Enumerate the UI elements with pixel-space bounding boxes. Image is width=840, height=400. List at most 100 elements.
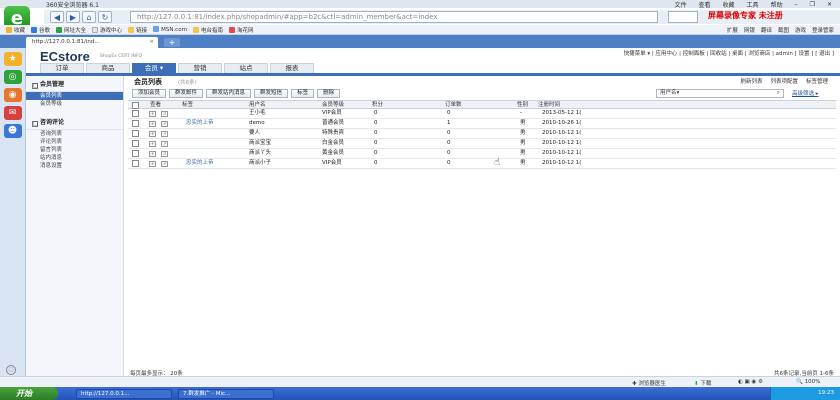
tag-manage-link[interactable]: 标签管理 <box>806 77 828 85</box>
new-tab-button[interactable]: + <box>164 38 180 47</box>
expand-icon[interactable]: + <box>149 131 156 137</box>
ext-login-manager[interactable]: 登录管家 <box>812 26 834 34</box>
favorites-star-icon[interactable]: ★ <box>3 52 22 66</box>
expand-icon[interactable]: + <box>149 151 156 157</box>
app-icon[interactable]: ◎ <box>3 70 22 84</box>
sidebar-item-member-list[interactable]: 会员列表 <box>26 92 123 100</box>
ext-games[interactable]: 游戏 <box>795 26 806 34</box>
bookmark-radio[interactable]: 电台指南 <box>192 26 223 34</box>
refresh-icon[interactable]: ↻ <box>98 11 112 23</box>
minimize-icon[interactable]: – <box>795 1 798 8</box>
status-icons[interactable]: ◐ ▣ ◉ ⚙ <box>738 379 763 385</box>
browser-search-input[interactable] <box>668 11 698 23</box>
sidebar-item-site-messages[interactable]: 站内消息 <box>26 154 123 162</box>
bookmark-hao[interactable]: 网址大全 <box>56 26 86 34</box>
table-row[interactable]: + ↗ 王小毛 VIP会员 0 0 - 2013-05-12 1( <box>128 109 836 119</box>
nav-orders[interactable]: 订单 <box>40 63 84 73</box>
close-icon[interactable]: ✕ <box>827 1 832 8</box>
add-member-button[interactable]: 添加会员 <box>132 88 167 98</box>
menu-help[interactable]: 帮助 <box>771 0 783 9</box>
table-row[interactable]: + ↗ 忠实的上帝 demo 普通会员 0 1 男 2010-10-26 1( <box>128 119 836 129</box>
bookmark-taohua[interactable]: 淘花网 <box>228 26 253 34</box>
weibo-icon[interactable]: ◉ <box>3 88 22 102</box>
open-window-icon[interactable]: ↗ <box>161 131 168 137</box>
bookmark-favorites[interactable]: 收藏 <box>6 26 25 34</box>
notify-icon[interactable]: ✉ <box>3 106 22 120</box>
table-row[interactable]: + ↗ 要人 特殊贵宾 0 0 男 2010-10-12 1( <box>128 129 836 139</box>
back-icon[interactable]: ◀ <box>50 11 64 23</box>
col-orders[interactable]: 订单数 <box>445 101 462 109</box>
search-field-select[interactable]: 用户名▾ <box>660 90 679 96</box>
zoom-level[interactable]: 🔍 100% <box>796 379 820 385</box>
sidebar-item-message-list[interactable]: 留言列表 <box>26 146 123 154</box>
search-icon[interactable]: ⌕ <box>777 90 780 97</box>
home-icon[interactable]: ⌂ <box>82 11 96 23</box>
open-window-icon[interactable]: ↗ <box>161 111 168 117</box>
tab-close-icon[interactable]: × <box>149 37 154 48</box>
browser-tab[interactable]: http://127.0.0.1:81/ind... × <box>26 37 158 48</box>
table-row[interactable]: + ↗ 商派宝宝 白金会员 0 0 男 2010-10-12 1( <box>128 139 836 149</box>
sidebar-item-member-level[interactable]: 会员等级 <box>26 100 123 108</box>
start-button[interactable]: 开始 <box>0 387 58 400</box>
advanced-filter-link[interactable]: 高级筛选 ▸ <box>792 89 819 97</box>
collapse-icon[interactable]: □ <box>32 121 38 127</box>
refresh-list-link[interactable]: 刷新列表 <box>740 77 762 85</box>
collapse-icon[interactable]: □ <box>32 83 38 89</box>
bookmark-msn[interactable]: MSN.com <box>153 26 187 33</box>
forward-icon[interactable]: ▶ <box>66 11 80 23</box>
nav-members[interactable]: 会员 ▾ <box>132 63 176 73</box>
ext-bank[interactable]: 网银 <box>744 26 755 34</box>
search-input[interactable]: 用户名▾ ⌕ <box>656 89 784 98</box>
col-points[interactable]: 积分 <box>372 101 383 109</box>
nav-marketing[interactable]: 营销 <box>178 63 222 73</box>
people-icon[interactable]: ☻ <box>3 124 22 138</box>
row-checkbox[interactable] <box>132 150 139 157</box>
ext-screenshot[interactable]: 截图 <box>778 26 789 34</box>
ext-translate[interactable]: 翻译 <box>761 26 772 34</box>
section-consult-reviews[interactable]: □ 咨询评论 <box>26 114 123 130</box>
task-browser[interactable]: http://127.0.0.1... <box>76 389 172 399</box>
tag-button[interactable]: 标签 <box>291 88 315 98</box>
open-window-icon[interactable]: ↗ <box>161 151 168 157</box>
expand-icon[interactable]: + <box>149 111 156 117</box>
table-row[interactable]: + ↗ 忠实的上帝 商派小子 VIP会员 0 0 男 2010-10-12 1( <box>128 159 836 169</box>
address-bar[interactable]: http://127.0.0.1:81/index.php/shopadmin/… <box>130 11 658 23</box>
sidebar-item-message-settings[interactable]: 消息设置 <box>26 162 123 170</box>
nav-site[interactable]: 站点 <box>224 63 268 73</box>
row-checkbox[interactable] <box>132 140 139 147</box>
menu-file[interactable]: 文件 <box>675 0 687 9</box>
bookmark-games[interactable]: 游戏中心 <box>92 26 122 34</box>
sidebar-item-consult-list[interactable]: 咨询列表 <box>26 130 123 138</box>
col-tag[interactable]: 标签 <box>182 101 193 109</box>
ecstore-top-links[interactable]: 快捷菜单 ▾ | 应用中心 | 控制面板 | 回收站 | 桌面 | 浏览商店 |… <box>624 49 834 57</box>
bulk-message-button[interactable]: 群发站内消息 <box>206 88 252 98</box>
open-window-icon[interactable]: ↗ <box>161 161 168 167</box>
ext-extensions[interactable]: 扩展 <box>727 26 738 34</box>
restore-icon[interactable]: ❐ <box>810 1 815 8</box>
table-row[interactable]: + ↗ 商派丫头 黄金会员 0 0 男 2010-10-12 1( <box>128 149 836 159</box>
row-checkbox[interactable] <box>132 160 139 167</box>
browser-doctor[interactable]: ✚ 浏览器医生 <box>632 379 666 387</box>
open-window-icon[interactable]: ↗ <box>161 141 168 147</box>
col-username[interactable]: 用户名 <box>249 101 266 109</box>
bulk-email-button[interactable]: 群发邮件 <box>169 88 204 98</box>
row-checkbox[interactable] <box>132 130 139 137</box>
row-checkbox[interactable] <box>132 120 139 127</box>
expand-icon[interactable]: + <box>149 161 156 167</box>
sidebar-item-review-list[interactable]: 评论列表 <box>26 138 123 146</box>
section-member-management[interactable]: □ 会员管理 <box>26 76 123 92</box>
bulk-sms-button[interactable]: 群发短信 <box>254 88 289 98</box>
download-button[interactable]: ⬇ 下载 <box>694 379 711 387</box>
select-all-checkbox[interactable] <box>132 102 139 109</box>
col-reg-time[interactable]: 注册时间 <box>538 101 560 109</box>
expand-icon[interactable]: + <box>149 121 156 127</box>
menu-favorites[interactable]: 收藏 <box>723 0 735 9</box>
col-gender[interactable]: 性别 <box>517 101 528 109</box>
menu-tools[interactable]: 工具 <box>747 0 759 9</box>
bookmark-google[interactable]: 谷歌 <box>31 26 50 34</box>
address-url[interactable]: http://127.0.0.1:81/index.php/shopadmin/… <box>137 13 438 21</box>
settings-icon[interactable]: ◌ <box>6 365 16 375</box>
delete-button[interactable]: 删除 <box>317 88 341 98</box>
column-config-link[interactable]: 列表项配置 <box>770 77 798 85</box>
nav-products[interactable]: 商品 <box>86 63 130 73</box>
